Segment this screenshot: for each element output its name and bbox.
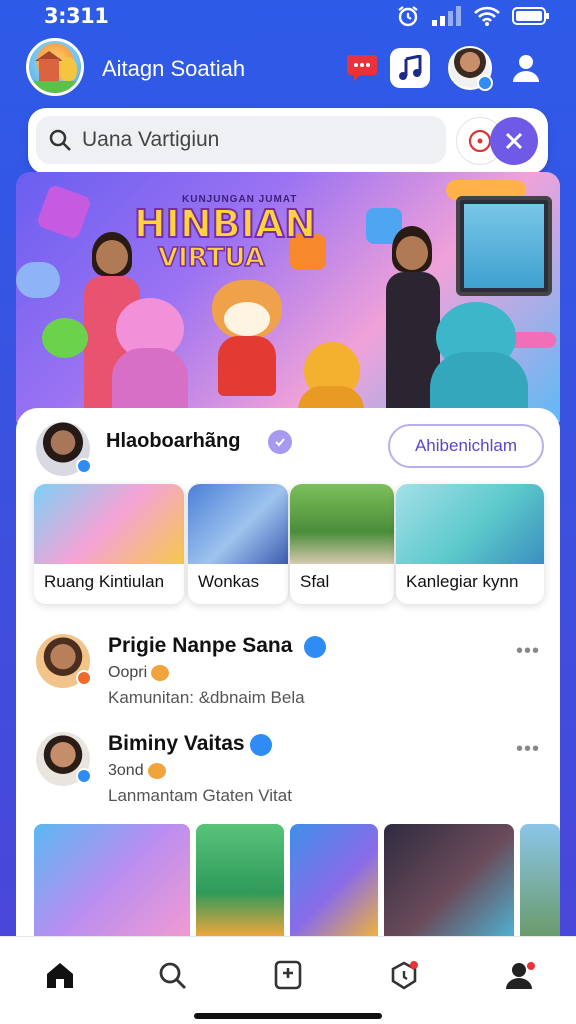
search-icon bbox=[159, 962, 186, 989]
logo-grass-shape bbox=[29, 81, 81, 93]
post-author-name: Prigie Nanpe Sana bbox=[108, 634, 293, 657]
category-tile-label: Ruang Kintiulan bbox=[44, 572, 165, 591]
media-strip bbox=[32, 824, 560, 938]
logo-house-shape bbox=[39, 59, 59, 81]
emoji-icon bbox=[147, 763, 166, 779]
profile-icon bbox=[513, 55, 539, 82]
logo-mascot-shape bbox=[59, 57, 77, 81]
profile-button[interactable] bbox=[510, 52, 542, 89]
category-tile-image bbox=[290, 484, 394, 564]
nav-profile[interactable] bbox=[500, 955, 540, 995]
post-meta: Oopri bbox=[108, 664, 170, 682]
category-tile-image bbox=[396, 484, 544, 564]
category-tile-label: Kanlegiar kynn bbox=[406, 572, 519, 591]
category-card: Hlaoboarhãng Ahibenichlam Ruang Kintiula… bbox=[16, 408, 548, 608]
shuffle-button[interactable] bbox=[490, 117, 538, 165]
profile-icon bbox=[506, 962, 535, 989]
post-description: Lanmantam Gtaten Vitat bbox=[108, 786, 292, 805]
category-tile[interactable]: Sfal bbox=[290, 484, 394, 604]
media-tile[interactable] bbox=[384, 824, 514, 938]
post-avatar[interactable] bbox=[36, 732, 92, 786]
nav-create[interactable] bbox=[268, 955, 308, 995]
verified-badge-icon bbox=[76, 768, 92, 784]
app-header: Aitagn Soatiah bbox=[0, 38, 576, 100]
post-meta: 3ond bbox=[108, 762, 166, 780]
emoji-icon bbox=[151, 665, 170, 681]
list-item[interactable]: Biminy Vaitas 3ond Lanmantam Gtaten Vita… bbox=[16, 732, 560, 822]
more-options-icon[interactable]: ••• bbox=[516, 738, 540, 761]
decor-cloud bbox=[16, 262, 60, 298]
category-tile-label: Wonkas bbox=[198, 572, 260, 591]
music-button[interactable] bbox=[390, 48, 430, 88]
verified-check-icon bbox=[250, 734, 272, 756]
banner-tv-screen bbox=[456, 196, 552, 296]
banner-title-line1: HINBIAN bbox=[133, 202, 317, 246]
post-avatar[interactable] bbox=[36, 634, 92, 688]
banner-fox-mascot bbox=[202, 280, 290, 396]
post-description: Kamunitan: &dbnaim Bela bbox=[108, 688, 305, 707]
wifi-icon bbox=[474, 6, 500, 26]
verified-badge-icon bbox=[477, 75, 493, 91]
search-bar bbox=[28, 108, 548, 174]
status-time: 3:311 bbox=[44, 4, 109, 28]
bottom-nav bbox=[0, 936, 576, 1024]
signal-icon bbox=[432, 6, 461, 26]
search-field[interactable] bbox=[36, 116, 446, 164]
home-icon bbox=[47, 963, 73, 988]
banner-title: KUNJUNGAN JUMAT HINBIAN VIRTUA bbox=[133, 194, 317, 274]
category-tile[interactable]: Wonkas bbox=[188, 484, 288, 604]
media-tile[interactable] bbox=[520, 824, 560, 938]
alarm-icon bbox=[398, 6, 418, 27]
notification-icon bbox=[347, 55, 377, 81]
hero-banner[interactable]: KUNJUNGAN JUMAT HINBIAN VIRTUA bbox=[16, 172, 560, 422]
post-author-name: Biminy Vaitas bbox=[108, 732, 245, 755]
nav-search[interactable] bbox=[152, 955, 192, 995]
status-bar: 3:311 bbox=[0, 0, 576, 32]
category-tile[interactable]: Kanlegiar kynn bbox=[396, 484, 544, 604]
category-tile[interactable]: Ruang Kintiulan bbox=[34, 484, 184, 604]
list-item[interactable]: Prigie Nanpe Sana Oopri Kamunitan: &dbna… bbox=[16, 634, 560, 724]
category-tile-label: Sfal bbox=[300, 572, 330, 591]
activity-icon bbox=[391, 961, 418, 990]
banner-green-alien bbox=[42, 318, 88, 358]
follow-button[interactable]: Ahibenichlam bbox=[388, 424, 544, 468]
search-input[interactable] bbox=[82, 124, 432, 156]
shuffle-icon bbox=[505, 132, 523, 150]
post-meta-text: Oopri bbox=[108, 664, 148, 681]
content-panel: Hlaoboarhãng Ahibenichlam Ruang Kintiula… bbox=[16, 408, 560, 938]
live-badge-icon bbox=[76, 670, 92, 686]
media-tile[interactable] bbox=[34, 824, 190, 938]
status-icons bbox=[396, 5, 550, 27]
battery-icon bbox=[512, 7, 549, 25]
verified-badge-icon bbox=[76, 458, 92, 474]
create-icon bbox=[274, 960, 302, 990]
post-meta-text: 3ond bbox=[108, 762, 144, 779]
nav-home[interactable] bbox=[40, 955, 80, 995]
search-icon bbox=[49, 129, 71, 151]
more-options-icon[interactable]: ••• bbox=[516, 640, 540, 663]
category-tile-image bbox=[188, 484, 288, 564]
media-tile[interactable] bbox=[196, 824, 284, 938]
banner-title-line2: VIRTUA bbox=[157, 242, 265, 274]
category-title: Hlaoboarhãng bbox=[106, 430, 241, 452]
category-tile-image bbox=[34, 484, 184, 564]
category-avatar[interactable] bbox=[36, 422, 92, 476]
nav-activity[interactable] bbox=[384, 955, 424, 995]
app-logo[interactable] bbox=[26, 38, 84, 96]
music-icon bbox=[399, 55, 422, 80]
user-avatar[interactable] bbox=[448, 46, 493, 91]
verified-check-icon bbox=[304, 636, 326, 658]
verified-check-icon bbox=[268, 430, 292, 454]
media-tile[interactable] bbox=[290, 824, 378, 938]
notification-button[interactable] bbox=[342, 48, 382, 88]
app-title: Aitagn Soatiah bbox=[102, 56, 246, 81]
home-indicator bbox=[194, 1013, 382, 1019]
